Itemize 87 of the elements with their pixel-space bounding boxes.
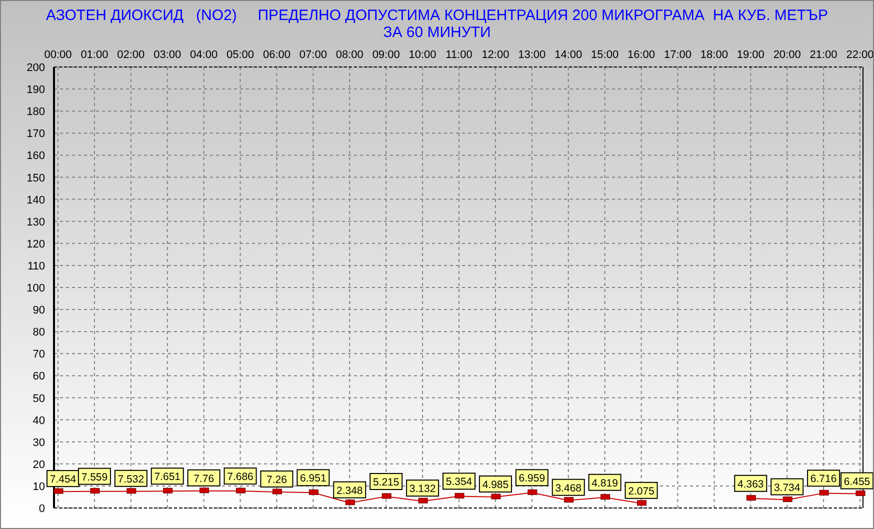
axis-label: 180: [26, 106, 45, 118]
data-point: [272, 488, 282, 494]
data-point: [345, 500, 355, 506]
value-label: 3.132: [406, 480, 440, 497]
data-point: [382, 493, 392, 499]
data-point: [491, 494, 501, 500]
axis-label: 19:00: [736, 49, 764, 61]
axis-label: 80: [32, 326, 45, 339]
value-label: 6.951: [296, 469, 330, 486]
data-point: [746, 495, 756, 501]
axis-label: 50: [32, 392, 45, 405]
chart-title: АЗОТЕН ДИОКСИД (NO2) ПРЕДЕЛНО ДОПУСТИМА КОНЦЕНТРАЦИЯ 200 МИКРОГРАМА НА КУБ. МЕТЪР ЗА 60 МИНУТИ: [45, 7, 829, 41]
axis-label: 04:00: [190, 49, 218, 61]
axis-label: 18:00: [700, 49, 728, 61]
value-label: 5.215: [370, 473, 403, 490]
axis-label: 200: [26, 62, 45, 74]
axis-label: 17:00: [664, 49, 692, 61]
data-point: [200, 488, 210, 494]
axis-label: 170: [26, 128, 45, 140]
data-point: [856, 490, 866, 496]
axis-label: 14:00: [554, 49, 582, 61]
data-point: [454, 492, 464, 498]
value-label: 7.26: [260, 470, 294, 488]
axis-label: 13:00: [518, 49, 546, 61]
axis-label: 16:00: [628, 49, 656, 61]
value-label: 7.454: [46, 470, 80, 488]
value-label: 7.651: [150, 468, 184, 485]
value-label: 4.819: [588, 474, 622, 491]
data-point: [163, 488, 173, 494]
value-label: 3.734: [770, 478, 804, 496]
value-label: 7.532: [114, 470, 148, 487]
data-point: [528, 489, 538, 495]
axis-label: 22:00: [846, 49, 873, 61]
value-label: 7.559: [78, 468, 111, 485]
axis-label: 160: [26, 150, 45, 162]
axis-label: 150: [26, 172, 45, 184]
axis-label: 05:00: [226, 49, 254, 61]
axis-label: 06:00: [262, 49, 290, 61]
data-point: [600, 494, 610, 500]
data-point: [418, 498, 428, 504]
data-point: [782, 496, 792, 502]
value-label: 5.354: [442, 472, 476, 490]
value-label: 3.468: [552, 478, 585, 496]
axis-label: 07:00: [299, 49, 327, 61]
axis-label: 10:00: [408, 49, 436, 61]
value-label: 6.959: [515, 469, 548, 486]
axis-label: 02:00: [117, 49, 145, 61]
data-point: [90, 488, 100, 494]
value-label: 4.985: [478, 476, 512, 492]
axis-label: 08:00: [336, 49, 364, 61]
axis-label: 30: [32, 436, 45, 449]
value-label: 7.686: [224, 468, 257, 485]
axis-label: 90: [32, 304, 45, 317]
axis-label: 40: [32, 414, 45, 427]
axis-label: 20:00: [773, 49, 801, 61]
axis-label: 01:00: [80, 49, 108, 61]
data-point: [564, 497, 574, 503]
value-label: 6.455: [840, 472, 873, 490]
data-point: [819, 490, 829, 496]
axis-label: 11:00: [446, 49, 472, 61]
value-label: 7.76: [187, 469, 220, 486]
axis-label: 60: [32, 370, 45, 383]
axis-label: 09:00: [372, 49, 400, 61]
axis-label: 140: [26, 194, 45, 206]
data-point: [126, 488, 136, 494]
axis-label: 70: [32, 348, 45, 361]
axis-label: 21:00: [810, 49, 838, 61]
value-label: 6.716: [807, 470, 840, 487]
axis-label: 20: [32, 458, 45, 471]
axis-label: 03:00: [154, 49, 182, 61]
axis-label: 12:00: [482, 49, 510, 61]
value-label: 2.348: [333, 481, 366, 498]
axis-label: 00:00: [44, 49, 72, 61]
axis-label: 0: [38, 503, 45, 515]
data-point: [54, 488, 64, 494]
axis-label: 130: [26, 216, 45, 228]
value-label: 4.363: [734, 474, 768, 492]
axis-label: 100: [26, 282, 45, 294]
axis-label: 15:00: [591, 49, 619, 61]
data-point: [236, 488, 246, 494]
axis-label: 110: [27, 260, 45, 272]
axis-label: 120: [26, 238, 45, 250]
axis-label: 190: [26, 84, 45, 96]
data-point: [637, 500, 647, 506]
value-label: 2.075: [624, 482, 658, 499]
axis-label: 10: [32, 480, 45, 493]
data-point: [308, 489, 318, 495]
